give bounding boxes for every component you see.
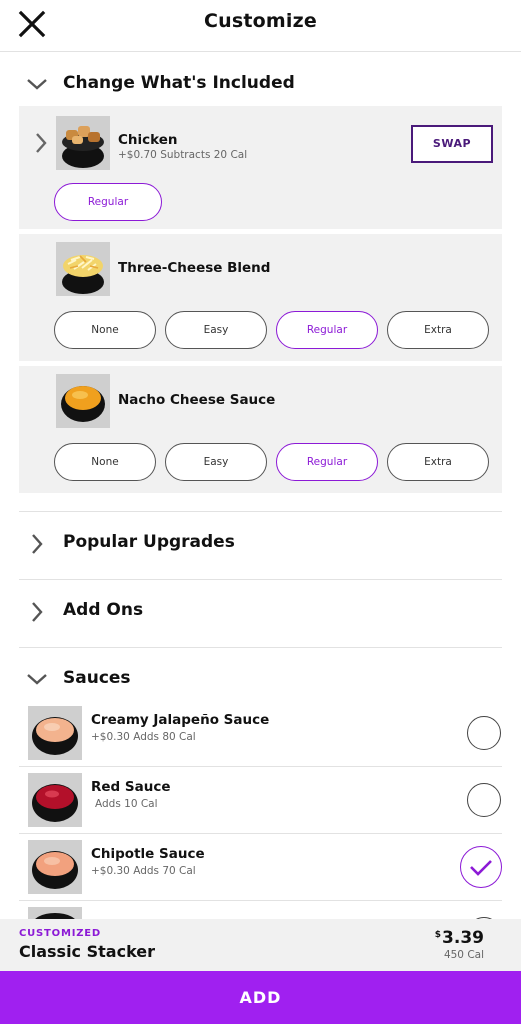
option-regular[interactable]: Regular (54, 183, 162, 221)
option-none[interactable]: None (54, 443, 156, 481)
item-price: +$0.70 (118, 149, 157, 161)
item-price-cal: +$0.70 Subtracts 20 Cal (118, 149, 247, 161)
included-item-chicken: Chicken +$0.70 Subtracts 20 Cal SWAP Reg… (19, 106, 502, 229)
chevron-right-icon (25, 600, 49, 624)
sauce-item-chipotle[interactable]: Chipotle Sauce +$0.30 Adds 70 Cal (19, 834, 502, 901)
customize-scroll-area[interactable]: Change What's Included Chicken +$0.70 Su… (0, 53, 521, 919)
creamy-jalapeno-image (28, 706, 82, 760)
chevron-right-icon[interactable] (33, 132, 49, 158)
section-label: Sauces (63, 668, 131, 688)
section-label: Add Ons (63, 600, 144, 620)
item-name: Chicken (118, 132, 178, 148)
item-cal: Adds 70 Cal (133, 865, 196, 877)
item-name: Chipotle Sauce (91, 846, 205, 862)
section-label: Change What's Included (63, 73, 295, 93)
option-extra[interactable]: Extra (387, 311, 489, 349)
sauce-item-partial[interactable] (19, 901, 502, 919)
order-summary-bar: CUSTOMIZED Classic Stacker $3.39 450 Cal (0, 919, 521, 971)
product-calories: 450 Cal (443, 949, 484, 961)
item-name: Red Sauce (91, 779, 171, 795)
add-button[interactable]: ADD (0, 971, 521, 1024)
cheese-blend-image (56, 242, 110, 296)
item-cal: Adds 80 Cal (133, 731, 196, 743)
chicken-image (56, 116, 110, 170)
option-regular[interactable]: Regular (276, 443, 378, 481)
chevron-right-icon (25, 532, 49, 556)
header: Customize (0, 0, 521, 52)
product-price: $3.39 (435, 928, 484, 948)
option-easy[interactable]: Easy (165, 443, 267, 481)
item-price: +$0.30 (91, 731, 130, 743)
price-value: 3.39 (442, 928, 484, 948)
chevron-down-icon (25, 73, 49, 97)
section-add-ons[interactable]: Add Ons (19, 580, 502, 644)
red-sauce-image (28, 773, 82, 827)
checkmark-icon (470, 860, 492, 876)
section-label: Popular Upgrades (63, 532, 235, 552)
option-extra[interactable]: Extra (387, 443, 489, 481)
swap-button[interactable]: SWAP (411, 125, 493, 163)
item-name: Nacho Cheese Sauce (118, 392, 276, 408)
product-name: Classic Stacker (19, 942, 156, 961)
item-cal: Subtracts 20 Cal (160, 149, 248, 161)
included-item-nacho-cheese: Nacho Cheese Sauce None Easy Regular Ext… (19, 366, 502, 493)
select-radio[interactable] (467, 783, 501, 817)
item-price: +$0.30 (91, 865, 130, 877)
item-name: Creamy Jalapeño Sauce (91, 712, 270, 728)
item-price-cal: Adds 10 Cal (95, 798, 158, 810)
option-none[interactable]: None (54, 311, 156, 349)
item-price-cal: +$0.30 Adds 80 Cal (91, 731, 196, 743)
nacho-cheese-image (56, 374, 110, 428)
included-item-three-cheese: Three-Cheese Blend None Easy Regular Ext… (19, 234, 502, 361)
option-regular[interactable]: Regular (276, 311, 378, 349)
item-name: Three-Cheese Blend (118, 260, 271, 276)
section-popular-upgrades[interactable]: Popular Upgrades (19, 512, 502, 576)
customized-tag: CUSTOMIZED (19, 928, 102, 939)
item-cal: Adds 10 Cal (95, 798, 158, 810)
sauce-image (28, 907, 82, 919)
select-radio[interactable] (467, 716, 501, 750)
chevron-down-icon (25, 668, 49, 692)
option-easy[interactable]: Easy (165, 311, 267, 349)
sauce-item-creamy-jalapeno[interactable]: Creamy Jalapeño Sauce +$0.30 Adds 80 Cal (19, 700, 502, 767)
price-symbol: $ (434, 930, 442, 940)
sauce-item-red-sauce[interactable]: Red Sauce Adds 10 Cal (19, 767, 502, 834)
chipotle-sauce-image (28, 840, 82, 894)
page-title: Customize (204, 10, 317, 32)
select-radio-checked[interactable] (460, 846, 502, 888)
item-price-cal: +$0.30 Adds 70 Cal (91, 865, 196, 877)
